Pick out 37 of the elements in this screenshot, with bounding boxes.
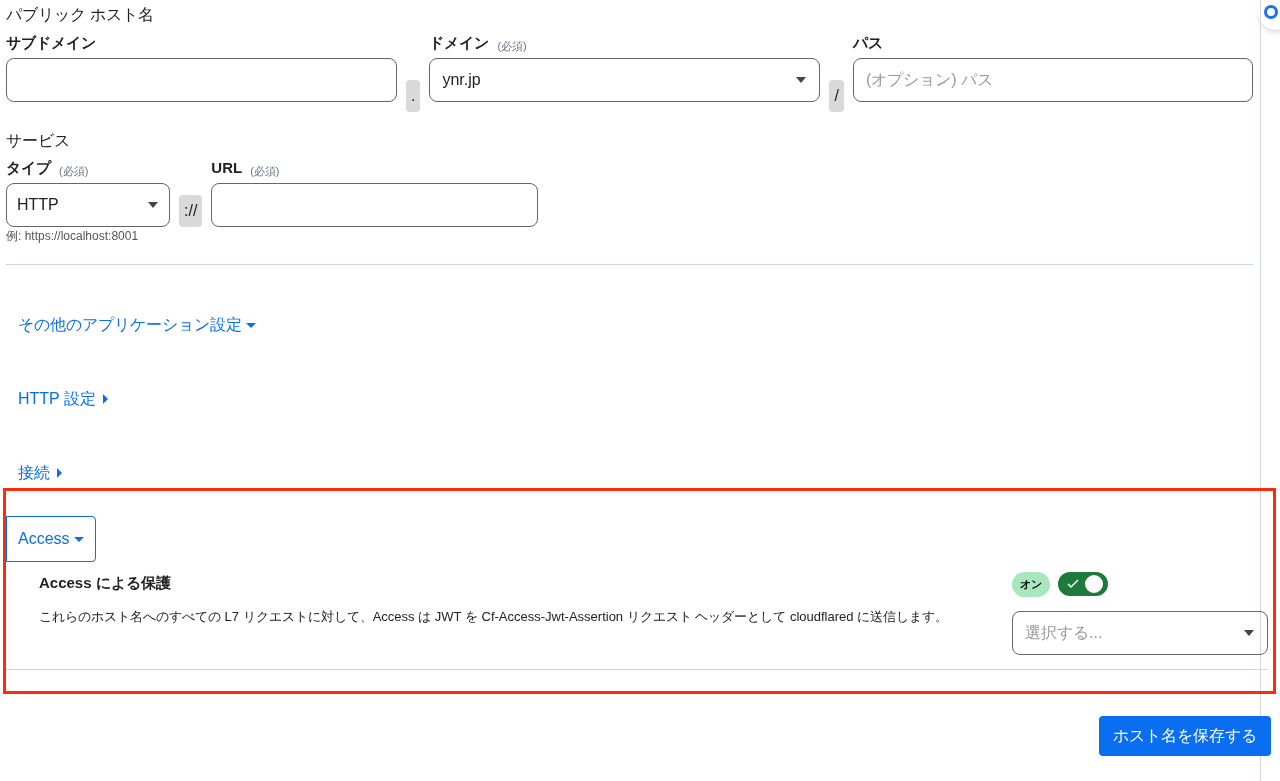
section-toggle[interactable]: 接続 [18, 461, 64, 485]
field-label: サブドメイン [6, 32, 97, 53]
required-note: (必須) [59, 163, 89, 179]
domain-select[interactable]: ynr.jp [429, 58, 821, 102]
status-badge: オン [1012, 572, 1050, 597]
access-select[interactable]: 選択する... [1012, 610, 1268, 655]
caret-icon [73, 534, 84, 544]
separator-chip: / [829, 80, 844, 112]
required-note: (必須) [250, 163, 280, 179]
type-select[interactable]: HTTP [6, 183, 170, 227]
field-label: ドメイン [429, 32, 490, 53]
access-description: これらのホスト名へのすべての L7 リクエストに対して、Access は JWT を Cf-Access-Jwt-Assertion リクエスト ヘッダーとして cloudflared に送信します。 [39, 607, 950, 626]
separator-chip: :// [179, 195, 203, 227]
url-field[interactable] [211, 183, 539, 227]
section-toggle[interactable]: その他のアプリケーション設定 [18, 313, 256, 337]
subdomain-field[interactable] [6, 58, 397, 102]
hint-text: 例: https://localhost:8001 [6, 228, 140, 245]
field-label: タイプ [6, 157, 51, 178]
section-toggle[interactable]: HTTP 設定 [18, 387, 110, 411]
check-icon [1067, 579, 1079, 590]
help-icon [1264, 5, 1278, 19]
dropdown-arrow-icon [795, 76, 808, 84]
dropdown-arrow-icon [147, 201, 159, 209]
toggle-switch[interactable] [1058, 572, 1108, 597]
caret-icon [246, 320, 256, 330]
save-button[interactable]: ホスト名を保存する [1099, 716, 1271, 756]
field-label: パス [852, 32, 884, 53]
required-note: (必須) [497, 38, 527, 54]
path-field[interactable]: (オプション) パス [852, 58, 1253, 102]
section-title: パブリック ホスト名 [6, 5, 156, 25]
section-title: サービス [6, 131, 71, 151]
section-toggle[interactable]: Access [6, 516, 96, 562]
field-label: URL [211, 157, 243, 178]
separator-chip: . [406, 80, 421, 112]
access-title: Access による保護 [39, 573, 172, 593]
dropdown-arrow-icon [1243, 628, 1255, 637]
caret-icon [54, 468, 64, 478]
